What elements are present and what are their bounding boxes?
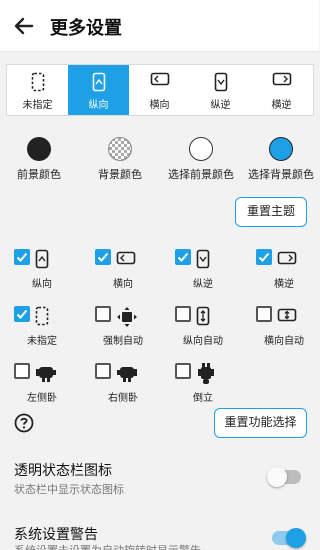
orientation-label: 横向	[149, 100, 170, 111]
feature-lie-left[interactable]: 左侧卧	[7, 361, 85, 411]
swatch-label: 选择背景颜色	[248, 168, 314, 181]
swatch-label: 前景颜色	[17, 168, 61, 181]
toggle-knob	[267, 467, 287, 487]
checkbox-unchecked[interactable]	[175, 363, 191, 379]
landscape-icon	[116, 251, 136, 265]
feature-label: 横逆	[274, 279, 294, 290]
feature-reverse-landscape[interactable]: 横逆	[249, 247, 320, 297]
feature-label: 未指定	[27, 336, 57, 347]
landscape-icon	[150, 72, 169, 86]
setting-subtitle: 系统设置未设置为自动旋转时显示警告	[14, 542, 201, 550]
checkbox-unchecked[interactable]	[175, 306, 191, 322]
feature-label: 纵向	[32, 279, 52, 290]
orientation-unspecified[interactable]: 未指定	[7, 65, 68, 115]
orientation-selector: 未指定 纵向 横向 纵逆 横逆	[6, 64, 314, 116]
page-title: 更多设置	[50, 18, 122, 39]
portrait-auto-icon	[196, 306, 210, 326]
feature-landscape-auto[interactable]: 横向自动	[249, 304, 320, 354]
toggle-knob	[286, 528, 306, 548]
background-color-swatch[interactable]	[108, 137, 132, 161]
portrait-icon	[35, 249, 49, 269]
feature-label: 右侧卧	[108, 393, 138, 404]
feature-upside-down[interactable]: 倒立	[168, 361, 246, 411]
foreground-color-swatch[interactable]	[27, 137, 51, 161]
checkbox-checked[interactable]	[95, 249, 111, 265]
portrait-icon	[92, 72, 105, 92]
checkbox-unchecked[interactable]	[14, 363, 30, 379]
checkbox-unchecked[interactable]	[256, 306, 272, 322]
feature-label: 横向	[113, 279, 133, 290]
feature-label: 纵逆	[193, 279, 213, 290]
orientation-reverse-landscape[interactable]: 横逆	[251, 65, 312, 115]
lie-left-icon	[36, 367, 56, 382]
checkbox-checked[interactable]	[256, 249, 272, 265]
orientation-landscape[interactable]: 横向	[129, 65, 190, 115]
swatch-label: 背景颜色	[98, 168, 142, 181]
reverse-landscape-icon	[277, 251, 297, 265]
setting-title: 透明状态栏图标	[14, 463, 112, 479]
orientation-portrait[interactable]: 纵向	[68, 65, 129, 115]
reset-features-button[interactable]: 重置功能选择	[214, 408, 307, 438]
lie-right-icon	[117, 367, 137, 382]
orientation-label: 横逆	[271, 100, 292, 111]
setting-subtitle: 状态栏中显示状态图标	[14, 483, 124, 496]
force-auto-icon	[117, 307, 137, 327]
selected-foreground-color-swatch[interactable]	[189, 137, 213, 161]
landscape-auto-icon	[277, 308, 297, 322]
checkbox-checked[interactable]	[14, 306, 30, 322]
feature-label: 倒立	[193, 393, 213, 404]
orientation-reverse-portrait[interactable]: 纵逆	[190, 65, 251, 115]
reverse-landscape-icon	[272, 72, 291, 86]
system-warning-toggle[interactable]	[272, 528, 306, 548]
feature-force-auto[interactable]: 强制自动	[88, 304, 166, 354]
reset-theme-button[interactable]: 重置主题	[235, 197, 307, 227]
checkbox-unchecked[interactable]	[95, 306, 111, 322]
orientation-label: 未指定	[22, 100, 53, 111]
reverse-portrait-icon	[196, 249, 210, 269]
arrow-left-icon[interactable]	[10, 12, 38, 40]
feature-portrait-auto[interactable]: 纵向自动	[168, 304, 246, 354]
upside-down-icon	[198, 363, 214, 384]
feature-label: 横向自动	[264, 336, 304, 347]
feature-lie-right[interactable]: 右侧卧	[88, 361, 166, 411]
checkbox-checked[interactable]	[175, 249, 191, 265]
setting-title: 系统设置警告	[14, 527, 98, 543]
reverse-portrait-icon	[214, 72, 227, 92]
swatch-label: 选择前景颜色	[168, 168, 234, 181]
orientation-label: 纵逆	[210, 100, 231, 111]
checkbox-unchecked[interactable]	[95, 363, 111, 379]
help-icon[interactable]	[14, 413, 34, 433]
transparent-status-icon-toggle[interactable]	[267, 467, 301, 487]
feature-landscape[interactable]: 横向	[88, 247, 166, 297]
feature-portrait[interactable]: 纵向	[7, 247, 85, 297]
checkbox-checked[interactable]	[14, 249, 30, 265]
feature-unspecified[interactable]: 未指定	[7, 304, 85, 354]
unspecified-icon	[31, 72, 44, 92]
feature-label: 纵向自动	[183, 336, 223, 347]
feature-label: 左侧卧	[27, 393, 57, 404]
orientation-label: 纵向	[88, 100, 109, 111]
feature-label: 强制自动	[103, 336, 143, 347]
app-bar: 更多设置	[0, 0, 319, 52]
selected-background-color-swatch[interactable]	[269, 137, 293, 161]
unspecified-icon	[35, 306, 49, 326]
feature-reverse-portrait[interactable]: 纵逆	[168, 247, 246, 297]
